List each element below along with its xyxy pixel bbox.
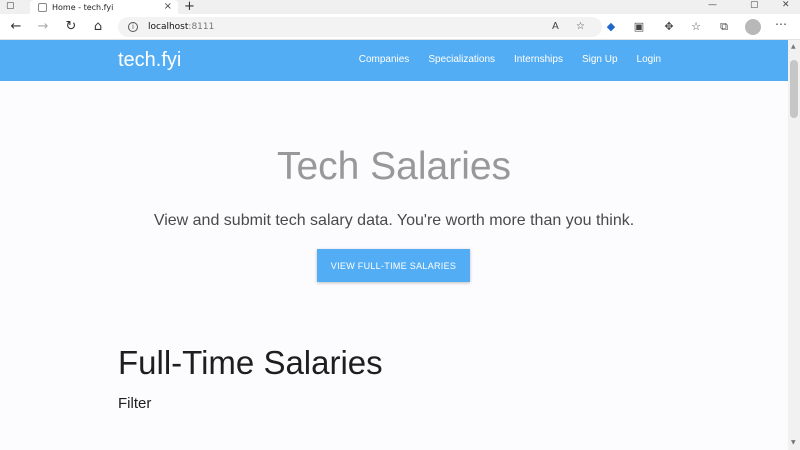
section-title: Full-Time Salaries — [118, 344, 383, 381]
nav-link-specializations[interactable]: Specializations — [428, 54, 495, 65]
scroll-down-icon[interactable]: ▼ — [791, 439, 796, 446]
browser-tab[interactable]: Home - tech.fyi × — [30, 0, 178, 14]
new-tab-button[interactable]: + — [184, 0, 195, 14]
maximize-icon[interactable]: ▢ — [750, 0, 759, 10]
hero-subtitle: View and submit tech salary data. You're… — [153, 212, 635, 229]
page-scrollbar[interactable]: ▲ ▼ — [788, 40, 800, 450]
view-full-time-salaries-button[interactable]: VIEW FULL-TIME SALARIES — [317, 249, 470, 282]
filter-heading: Filter — [118, 395, 152, 412]
scroll-up-icon[interactable]: ▲ — [791, 43, 796, 50]
refresh-icon[interactable]: ↻ — [62, 18, 80, 36]
close-tab-icon[interactable]: × — [164, 2, 172, 12]
nav-link-login[interactable]: Login — [637, 54, 661, 65]
extension-icon[interactable]: ◆ — [603, 19, 619, 35]
nav-links: Companies Specializations Internships Si… — [359, 54, 661, 65]
address-bar-row: ← → ↻ ⌂ i localhost:8111 A ☆ ◆ ▣ ✥ ☆ ⧉ ⋯ — [0, 14, 800, 40]
nav-link-sign-up[interactable]: Sign Up — [582, 54, 618, 65]
tab-title: Home - tech.fyi — [52, 2, 114, 12]
url-port: :8111 — [188, 22, 215, 32]
scrollbar-thumb[interactable] — [790, 60, 798, 118]
collections-extension-icon[interactable]: ▣ — [631, 19, 647, 35]
back-icon[interactable]: ← — [7, 18, 25, 36]
favorites-icon[interactable]: ☆ — [688, 19, 704, 35]
page-viewport: tech.fyi Companies Specializations Inter… — [0, 40, 788, 450]
favorite-add-icon[interactable]: ☆ — [576, 17, 585, 37]
tab-actions-icon[interactable]: ▢ — [6, 1, 20, 13]
more-menu-icon[interactable]: ⋯ — [775, 17, 787, 31]
site-brand[interactable]: tech.fyi — [118, 49, 181, 72]
site-navbar: tech.fyi Companies Specializations Inter… — [0, 40, 788, 81]
home-icon[interactable]: ⌂ — [89, 18, 107, 36]
favicon-icon — [38, 2, 47, 12]
hero-title: Tech Salaries — [276, 145, 512, 188]
browser-tab-strip: ▢ Home - tech.fyi × + — ▢ ✕ — [0, 0, 800, 14]
forward-icon[interactable]: → — [34, 18, 52, 36]
extensions-puzzle-icon[interactable]: ✥ — [661, 19, 677, 35]
nav-link-internships[interactable]: Internships — [514, 54, 563, 65]
minimize-icon[interactable]: — — [708, 0, 717, 10]
site-info-icon[interactable]: i — [128, 22, 138, 32]
read-aloud-icon[interactable]: A — [552, 17, 559, 37]
nav-link-companies[interactable]: Companies — [359, 54, 410, 65]
close-window-icon[interactable]: ✕ — [782, 0, 790, 10]
url-field[interactable]: i localhost:8111 A ☆ — [118, 17, 602, 37]
profile-avatar[interactable] — [745, 19, 761, 35]
collections-icon[interactable]: ⧉ — [716, 19, 732, 35]
url-host: localhost — [148, 22, 189, 32]
